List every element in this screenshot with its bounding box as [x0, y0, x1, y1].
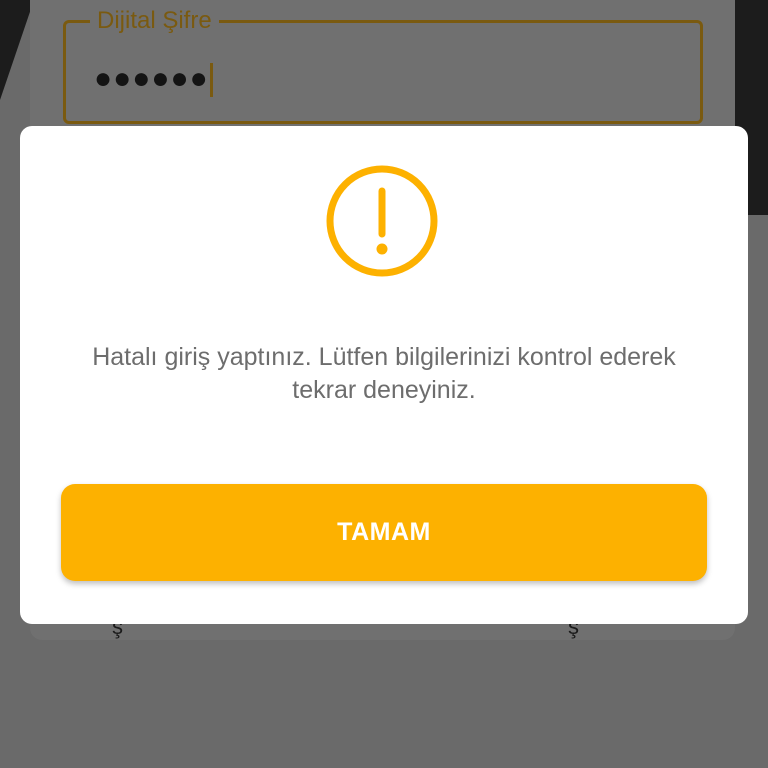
background-corner-left — [0, 0, 34, 100]
text-caret — [209, 63, 213, 98]
screen: Dijital Şifre ●●●●●● ş ş Hatalı giriş ya… — [0, 0, 768, 768]
digital-password-value[interactable]: ●●●●●● — [94, 61, 213, 98]
digital-password-label: Dijital Şifre — [90, 8, 219, 34]
masked-password-text: ●●●●●● — [94, 62, 209, 95]
ok-button[interactable]: TAMAM — [61, 484, 707, 581]
digital-password-field[interactable]: Dijital Şifre ●●●●●● — [63, 8, 703, 124]
exclamation-circle-icon — [326, 165, 438, 277]
error-dialog: Hatalı giriş yaptınız. Lütfen bilgilerin… — [20, 126, 748, 624]
error-message: Hatalı giriş yaptınız. Lütfen bilgilerin… — [92, 343, 676, 404]
